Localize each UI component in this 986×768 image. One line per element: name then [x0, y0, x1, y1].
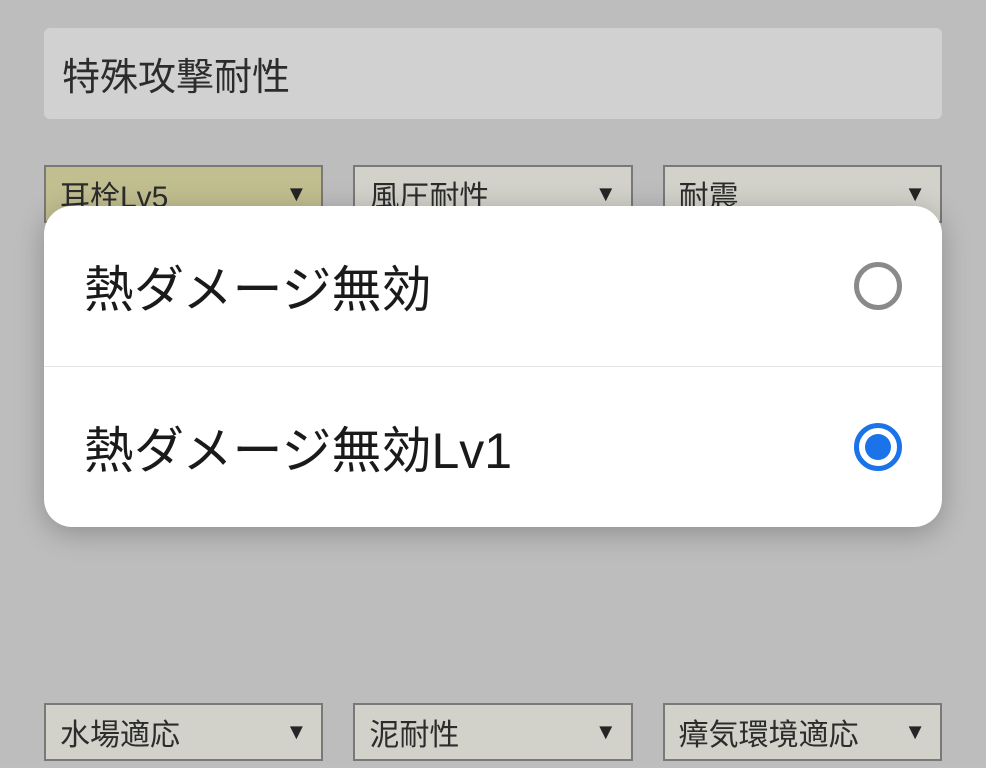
radio-checked-icon — [854, 423, 902, 471]
option-modal: 熱ダメージ無効 熱ダメージ無効Lv1 — [44, 206, 942, 527]
radio-unchecked-icon — [854, 262, 902, 310]
option-heat-damage-lv1[interactable]: 熱ダメージ無効Lv1 — [44, 366, 942, 527]
option-label: 熱ダメージ無効Lv1 — [84, 411, 512, 483]
option-heat-damage-none[interactable]: 熱ダメージ無効 — [44, 206, 942, 366]
option-label: 熱ダメージ無効 — [84, 250, 432, 322]
page-root: 特殊攻撃耐性 耳栓Lv5 ▼ 風圧耐性 ▼ 耐震 ▼ 水場適応 ▼ 泥耐性 ▼ … — [0, 0, 986, 768]
